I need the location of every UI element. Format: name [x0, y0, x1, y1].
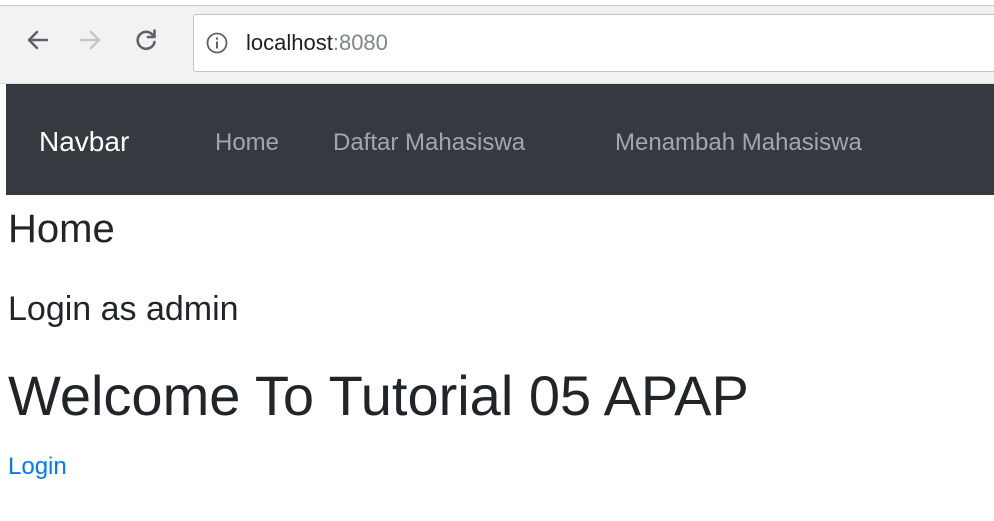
browser-toolbar: localhost:8080: [0, 0, 994, 84]
info-icon[interactable]: [206, 32, 228, 54]
nav-link-home[interactable]: Home: [215, 129, 279, 157]
url-text[interactable]: localhost:8080: [246, 30, 388, 56]
login-link[interactable]: Login: [8, 452, 67, 482]
welcome-heading: Welcome To Tutorial 05 APAP: [8, 364, 749, 427]
url-host: localhost: [246, 30, 333, 55]
back-button[interactable]: [20, 22, 56, 58]
navbar-brand[interactable]: Navbar: [39, 125, 129, 159]
tab-strip-edge: [0, 0, 994, 6]
reload-icon: [136, 29, 156, 51]
login-status: Login as admin: [8, 290, 239, 328]
page-title: Home: [8, 207, 115, 251]
nav-link-daftar-mahasiswa[interactable]: Daftar Mahasiswa: [333, 129, 525, 157]
url-port: :8080: [332, 30, 388, 55]
reload-button[interactable]: [128, 22, 164, 58]
nav-link-menambah-mahasiswa[interactable]: Menambah Mahasiswa: [615, 129, 862, 157]
arrow-left-icon: [27, 30, 49, 50]
address-bar[interactable]: localhost:8080: [193, 14, 994, 72]
site-navbar: Navbar Home Daftar Mahasiswa Menambah Ma…: [6, 84, 994, 195]
arrow-right-icon: [79, 30, 101, 50]
forward-button[interactable]: [72, 22, 108, 58]
